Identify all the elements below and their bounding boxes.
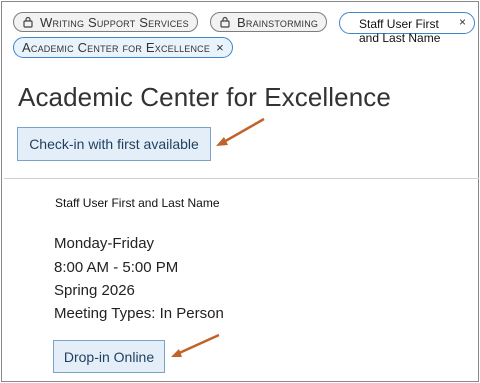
chip-academic-center[interactable]: Academic Center for Excellence × [13,37,233,58]
chip-label: Writing Support Services [40,14,189,30]
chip-staff-label: Staff User First and Last Name [359,17,441,45]
chip-label: Academic Center for Excellence [22,40,211,55]
close-icon[interactable]: × [459,15,466,29]
availability-hours: 8:00 AM - 5:00 PM [54,259,179,276]
availability-term: Spring 2026 [54,282,135,299]
lock-icon [23,16,33,28]
page-title: Academic Center for Excellence [18,82,391,112]
section-divider [4,178,479,179]
chip-writing-support-services[interactable]: Writing Support Services [13,12,198,32]
dropin-online-button[interactable]: Drop-in Online [53,340,165,373]
staff-name: Staff User First and Last Name [55,196,220,210]
checkin-first-available-button[interactable]: Check-in with first available [17,127,211,161]
chip-brainstorming[interactable]: Brainstorming [210,12,328,32]
lock-icon [220,16,230,28]
arrow-icon [216,117,265,146]
page-frame: Writing Support Services Brainstorming ×… [1,1,479,382]
arrow-icon [171,333,220,357]
close-icon[interactable]: × [216,40,224,55]
availability-days: Monday-Friday [54,235,155,252]
meeting-types: Meeting Types: In Person [54,305,224,322]
chip-label: Brainstorming [237,14,319,30]
